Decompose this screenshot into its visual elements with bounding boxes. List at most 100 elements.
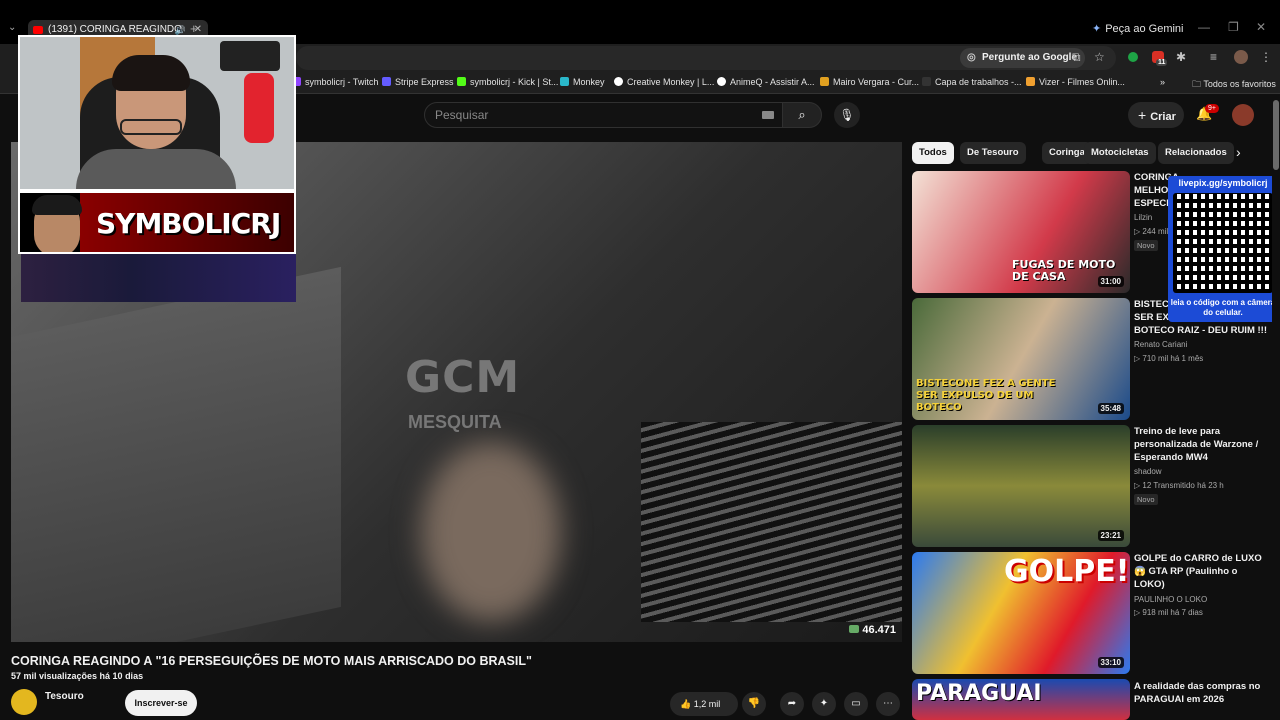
share-icon: ➦ (787, 698, 797, 709)
video-overlay-count: 46.471 (849, 624, 896, 636)
title-line: PARAGUAI em 2026 (1134, 694, 1225, 705)
bookmark-item[interactable]: Monkey (560, 77, 605, 87)
bookmark-favicon-icon (820, 77, 829, 86)
thumbnail-text: BISTECONE FEZ A GENTE SER EXPULSO DE UM … (916, 378, 1056, 413)
new-tab-icon[interactable]: + (190, 21, 198, 36)
chip-all[interactable]: Todos (912, 142, 954, 164)
recommendation-channel[interactable]: Lilzin (1134, 213, 1152, 222)
duration-badge: 33:10 (1097, 657, 1124, 668)
install-app-icon[interactable]: ⧉ (1072, 50, 1081, 65)
recommendation-channel[interactable]: PAULINHO O LOKO (1134, 595, 1207, 604)
extensions-puzzle-icon[interactable]: ✱ (1176, 50, 1186, 64)
video-meta: 57 mil visualizações há 10 dias (11, 671, 144, 681)
extension-red-icon[interactable]: 11 (1152, 51, 1168, 66)
channel-avatar[interactable] (11, 689, 37, 715)
extension-green-icon[interactable] (1128, 52, 1138, 62)
microphone-icon: 🎙 (839, 108, 855, 122)
streamer-name: SYMBOLICRJ (96, 207, 281, 240)
subscribe-button[interactable]: Inscrever-se (125, 690, 197, 716)
chevron-right-icon[interactable]: › (1236, 144, 1241, 160)
chip-from-channel[interactable]: De Tesouro (960, 142, 1026, 164)
voice-search-button[interactable]: 🎙 (834, 102, 860, 128)
gemini-button[interactable]: ✦ Peça ao Gemini (1092, 22, 1183, 35)
bookmark-favicon-icon (614, 77, 623, 86)
recommendation-title[interactable]: Treino de leve para personalizada de War… (1134, 425, 1270, 464)
recommendation-thumbnail[interactable]: PARAGUAI (912, 679, 1130, 720)
gemini-icon: ✦ (1092, 23, 1102, 35)
like-button[interactable]: 👍 1,2 mil (670, 692, 738, 716)
recommendation-meta: ▷ 12 Transmitido há 23 h (1134, 481, 1224, 490)
ask-google-button[interactable]: ◎ Pergunte ao Google (960, 48, 1086, 68)
thumbnail-text: GOLPE! (1004, 554, 1130, 589)
video-grate (641, 422, 902, 622)
recommendation-thumbnail[interactable]: 23:21 (912, 425, 1130, 547)
qr-url: livepix.gg/symbolicrj (1178, 178, 1268, 188)
bookmark-item[interactable]: Creative Monkey | L... (614, 77, 714, 87)
cam-mic-arm (220, 41, 280, 71)
bookmark-item[interactable]: Stripe Express (382, 77, 454, 87)
bookmark-favicon-icon (382, 77, 391, 86)
bookmark-star-icon[interactable]: ☆ (1094, 50, 1105, 64)
bookmark-favicon-icon (457, 77, 466, 86)
recommendation-channel[interactable]: shadow (1134, 467, 1162, 476)
all-favorites-folder[interactable]: 🗀 Todos os favoritos (1192, 77, 1276, 93)
recommendation-thumbnail[interactable]: BISTECONE FEZ A GENTE SER EXPULSO DE UM … (912, 298, 1130, 420)
chip-related[interactable]: Relacionados (1158, 142, 1234, 164)
close-window-icon[interactable]: ✕ (1256, 20, 1266, 34)
browser-profile-avatar[interactable] (1234, 50, 1248, 64)
bookmark-item[interactable]: symbolicrj - Twitch (292, 77, 378, 87)
more-actions-button[interactable]: ⋯ (876, 692, 900, 716)
account-avatar[interactable] (1232, 104, 1254, 126)
ask-google-label: Pergunte ao Google (982, 52, 1078, 63)
reading-list-icon[interactable]: ≡ (1210, 50, 1217, 64)
recommendation-thumbnail[interactable]: FUGAS DE MOTO DE CASA 31:00 (912, 171, 1130, 293)
bookmark-item[interactable]: AnimeQ - Assistir A... (717, 77, 815, 87)
notification-count-badge: 9+ (1205, 104, 1219, 113)
thanks-button[interactable]: ✦ (812, 692, 836, 716)
title-line: 😱 GTA RP (Paulinho o (1134, 566, 1238, 577)
title-line: GOLPE do CARRO de LUXO (1134, 553, 1262, 564)
create-button[interactable]: + Criar (1128, 102, 1184, 128)
title-line: Esperando MW4 (1134, 452, 1208, 463)
recommendation-meta: ▷ 244 mil (1134, 227, 1169, 236)
maximize-icon[interactable]: ❐ (1228, 20, 1239, 34)
minimize-icon[interactable]: — (1198, 20, 1210, 34)
channel-name[interactable]: Tesouro (45, 691, 84, 702)
share-button[interactable]: ➦ (780, 692, 804, 716)
streamer-webcam (18, 35, 296, 191)
video-title: CORINGA REAGINDO A "16 PERSEGUIÇÕES DE M… (11, 654, 532, 668)
dislike-button[interactable]: 👎 (742, 692, 766, 716)
tab-search-icon[interactable]: ⌄ (8, 22, 16, 33)
thumbs-down-icon: 👎 (747, 698, 761, 709)
title-line: A realidade das compras no (1134, 681, 1261, 692)
gemini-label: Peça ao Gemini (1105, 23, 1184, 35)
youtube-favicon-icon (33, 26, 43, 34)
chip-motorcycles[interactable]: Motocicletas (1084, 142, 1156, 164)
page-scrollbar[interactable] (1272, 94, 1280, 720)
recommendation-meta: ▷ 918 mil há 7 dias (1134, 608, 1203, 617)
recommendation-title[interactable]: A realidade das compras no PARAGUAI em 2… (1134, 680, 1270, 706)
title-line: BOTECO RAIZ - DEU RUIM !!! (1134, 325, 1267, 336)
search-input[interactable]: Pesquisar (424, 102, 786, 128)
bookmark-item[interactable]: Mairo Vergara - Cur... (820, 77, 919, 87)
bookmark-item[interactable]: Vizer - Filmes Onlin... (1026, 77, 1125, 87)
bookmark-favicon-icon (1026, 77, 1035, 86)
more-bookmarks-icon[interactable]: » (1160, 77, 1165, 87)
recommendation-title[interactable]: GOLPE do CARRO de LUXO 😱 GTA RP (Paulinh… (1134, 552, 1270, 591)
keyboard-icon[interactable] (762, 111, 774, 119)
recommendation-thumbnail[interactable]: GOLPE! 33:10 (912, 552, 1130, 674)
browser-menu-icon[interactable]: ⋮ (1260, 50, 1272, 64)
save-button[interactable]: ▭ (844, 692, 868, 716)
screen: ⌄ (1391) CORINGA REAGINDO 🔊 ✕ + ✦ Peça ao… (0, 0, 1280, 720)
recommendation-channel[interactable]: Renato Cariani (1134, 340, 1187, 349)
tab-title: (1391) CORINGA REAGINDO (48, 24, 182, 35)
streamer-banner: SYMBOLICRJ (18, 191, 296, 254)
bookmark-item[interactable]: symbolicrj - Kick | St... (457, 77, 558, 87)
overlay-logo-icon (849, 625, 860, 633)
cam-hair (112, 55, 190, 91)
duration-badge: 31:00 (1097, 276, 1124, 287)
search-button[interactable]: ⌕ (782, 102, 822, 128)
banner-avatar-hair (32, 195, 82, 215)
bookmark-item[interactable]: Capa de trabalhos -... (922, 77, 1022, 87)
scrollbar-thumb[interactable] (1273, 100, 1279, 170)
